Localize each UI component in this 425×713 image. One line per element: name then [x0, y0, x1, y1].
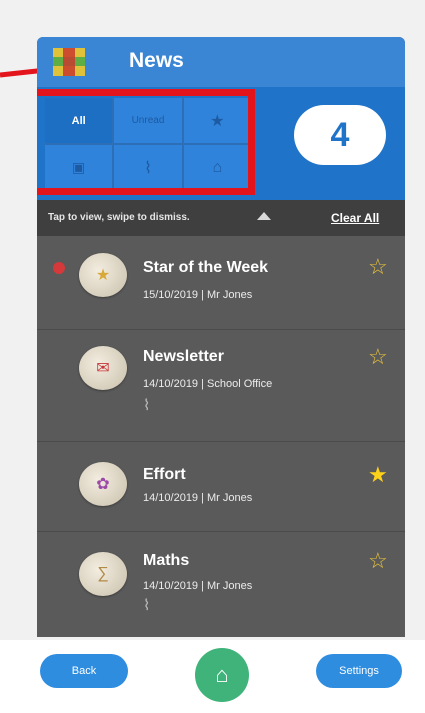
- tap-hint: Tap to view, swipe to dismiss.: [48, 212, 190, 223]
- collapse-caret-icon[interactable]: [257, 212, 271, 220]
- star-filled-icon[interactable]: ★: [368, 464, 388, 486]
- page-title: News: [129, 49, 184, 72]
- home-button[interactable]: ⌂: [195, 648, 249, 702]
- back-button[interactable]: Back: [40, 654, 128, 688]
- attachment-paperclip-icon: ⌇: [143, 597, 151, 614]
- item-meta: 14/10/2019 | Mr Jones: [143, 492, 253, 504]
- star-outline-icon[interactable]: ☆: [368, 346, 388, 368]
- attachment-paperclip-icon: ⌇: [143, 397, 151, 414]
- list-item[interactable]: ∑ Maths 14/10/2019 | Mr Jones ⌇ ☆: [37, 532, 405, 637]
- unread-dot-icon: [53, 262, 65, 274]
- header-bar: News: [37, 37, 405, 87]
- annotation-highlight-box: [37, 89, 255, 195]
- avatar: ★: [79, 253, 127, 297]
- school-logo: [53, 48, 85, 76]
- item-title: Star of the Week: [143, 259, 269, 276]
- list-toolbar: Tap to view, swipe to dismiss. Clear All: [37, 200, 405, 236]
- clear-all-link[interactable]: Clear All: [331, 211, 379, 225]
- newsletter-icon: ✉: [96, 360, 110, 377]
- app-screen: News All Unread ★ ▣ ⌇ ⌂ 4 Tap to view, s…: [37, 37, 405, 637]
- settings-button[interactable]: Settings: [316, 654, 402, 688]
- list-item[interactable]: ✿ Effort 14/10/2019 | Mr Jones ★: [37, 442, 405, 532]
- star-outline-icon[interactable]: ☆: [368, 256, 388, 278]
- item-title: Maths: [143, 552, 190, 569]
- item-title: Newsletter: [143, 348, 224, 365]
- star-award-icon: ★: [95, 267, 111, 284]
- item-meta: 14/10/2019 | School Office: [143, 378, 273, 390]
- count-badge: 4: [294, 105, 386, 165]
- star-outline-icon[interactable]: ☆: [368, 550, 388, 572]
- avatar: ∑: [79, 552, 127, 596]
- item-title: Effort: [143, 466, 186, 483]
- list-item[interactable]: ★ Star of the Week 15/10/2019 | Mr Jones…: [37, 236, 405, 330]
- list-item[interactable]: ✉ Newsletter 14/10/2019 | School Office …: [37, 330, 405, 442]
- item-meta: 15/10/2019 | Mr Jones: [143, 289, 253, 301]
- news-list: ★ Star of the Week 15/10/2019 | Mr Jones…: [37, 236, 405, 637]
- maths-icon: ∑: [97, 565, 109, 582]
- home-icon: ⌂: [215, 662, 229, 687]
- filter-area: All Unread ★ ▣ ⌇ ⌂ 4: [37, 87, 405, 200]
- avatar: ✉: [79, 346, 127, 390]
- effort-badge-icon: ✿: [96, 476, 110, 493]
- bottom-nav: Back ⌂ Settings: [0, 640, 425, 713]
- item-meta: 14/10/2019 | Mr Jones: [143, 580, 253, 592]
- avatar: ✿: [79, 462, 127, 506]
